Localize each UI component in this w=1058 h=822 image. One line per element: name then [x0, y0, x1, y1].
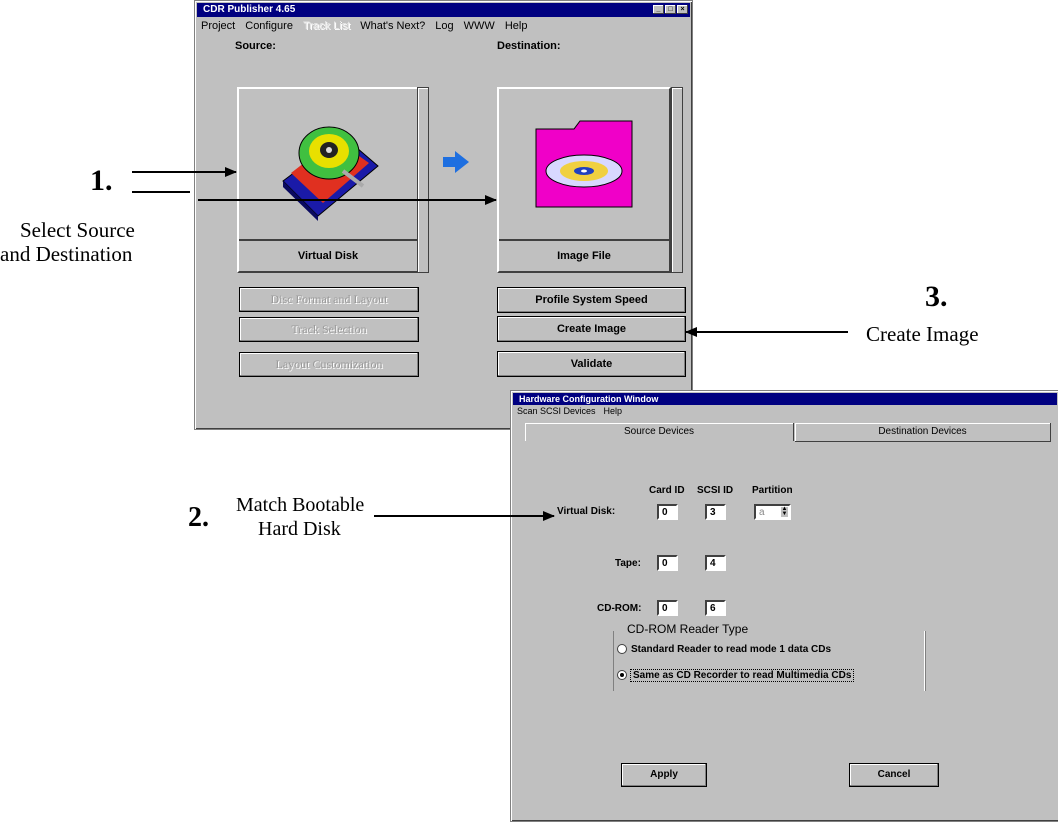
col-scsi-id: SCSI ID: [697, 485, 734, 496]
col-card-id: Card ID: [649, 485, 685, 496]
tape-card-id-field[interactable]: 0: [657, 555, 678, 571]
radio-standard-label: Standard Reader to read mode 1 data CDs: [631, 644, 832, 655]
col-partition: Partition: [752, 485, 793, 496]
spinner-icon[interactable]: ▲ ▼: [781, 506, 788, 517]
tape-label: Tape:: [615, 558, 641, 569]
source-label: Source:: [235, 40, 276, 52]
cdrom-scsi-id-field[interactable]: 6: [705, 600, 726, 616]
menu-bar: Project Configure Track List What's Next…: [201, 20, 527, 32]
radio-same-label: Same as CD Recorder to read Multimedia C…: [629, 669, 855, 682]
radio-button[interactable]: [617, 644, 627, 655]
virtual-disk-card-id-field[interactable]: 0: [657, 504, 678, 520]
reader-type-title: CD-ROM Reader Type: [627, 622, 749, 636]
step1-text-line2: and Destination: [0, 242, 133, 266]
destination-panel[interactable]: Image File: [497, 87, 671, 273]
step3-number: 3.: [925, 280, 948, 313]
step2-number: 2.: [188, 502, 209, 533]
hard-disk-icon: [282, 126, 379, 221]
source-caption: Virtual Disk: [239, 239, 417, 271]
close-button[interactable]: ×: [677, 5, 688, 14]
tape-scsi-id-field[interactable]: 4: [705, 555, 726, 571]
arrow-right-icon: [443, 151, 469, 173]
menu-track-list: Track List: [302, 20, 351, 32]
validate-button[interactable]: Validate: [497, 351, 686, 377]
hw-menu-bar: Scan SCSI Devices Help: [517, 406, 622, 416]
cancel-button[interactable]: Cancel: [849, 763, 939, 787]
disc-format-layout-button: Disc Format and Layout: [239, 287, 419, 312]
cdrom-label: CD-ROM:: [597, 603, 642, 614]
source-panel[interactable]: Virtual Disk: [237, 87, 419, 273]
apply-button[interactable]: Apply: [621, 763, 707, 787]
radio-same-as-recorder[interactable]: Same as CD Recorder to read Multimedia C…: [617, 669, 855, 682]
hw-title-bar: Hardware Configuration Window: [513, 393, 1057, 405]
step1-text-line1: Select Source: [20, 218, 135, 242]
partition-value: a: [759, 507, 765, 518]
cdrom-card-id-field[interactable]: 0: [657, 600, 678, 616]
minimize-button[interactable]: _: [653, 5, 664, 14]
virtual-disk-scsi-id-field[interactable]: 3: [705, 504, 726, 520]
track-selection-button: Track Selection: [239, 317, 419, 342]
menu-whats-next[interactable]: What's Next?: [360, 20, 425, 32]
menu-scan-scsi[interactable]: Scan SCSI Devices: [517, 406, 596, 416]
tab-destination-devices[interactable]: Destination Devices: [795, 423, 1051, 442]
menu-help[interactable]: Help: [505, 20, 528, 32]
step2-text-line1: Match Bootable: [236, 494, 365, 516]
window-title: CDR Publisher 4.65: [203, 4, 296, 15]
profile-system-speed-button[interactable]: Profile System Speed: [497, 287, 686, 313]
radio-standard-reader[interactable]: Standard Reader to read mode 1 data CDs: [617, 644, 831, 655]
menu-configure[interactable]: Configure: [245, 20, 293, 32]
image-file-icon: [535, 120, 633, 208]
radio-button-selected[interactable]: [617, 670, 627, 681]
cdr-publisher-window: CDR Publisher 4.65 _ □ × Project Configu…: [194, 0, 693, 430]
tab-source-devices[interactable]: Source Devices: [525, 423, 794, 441]
maximize-button[interactable]: □: [665, 5, 676, 14]
menu-log[interactable]: Log: [435, 20, 453, 32]
destination-label: Destination:: [497, 40, 561, 52]
title-bar: CDR Publisher 4.65 _ □ ×: [197, 3, 690, 17]
create-image-button[interactable]: Create Image: [497, 316, 686, 342]
hardware-config-window: Hardware Configuration Window Scan SCSI …: [510, 390, 1058, 822]
reader-type-group: [613, 631, 925, 691]
menu-hw-help[interactable]: Help: [604, 406, 623, 416]
step2-text-line2: Hard Disk: [258, 518, 341, 540]
step1-number: 1.: [90, 164, 113, 197]
source-scrollbar[interactable]: [417, 87, 429, 273]
layout-customization-button: Layout Customization: [239, 352, 419, 377]
destination-scrollbar[interactable]: [671, 87, 683, 273]
virtual-disk-label: Virtual Disk:: [557, 506, 616, 517]
step3-text: Create Image: [866, 322, 979, 346]
menu-www[interactable]: WWW: [464, 20, 495, 32]
hw-window-title: Hardware Configuration Window: [519, 394, 659, 404]
virtual-disk-partition-select[interactable]: a ▲ ▼: [754, 504, 791, 520]
destination-caption: Image File: [499, 239, 669, 271]
menu-project[interactable]: Project: [201, 20, 235, 32]
